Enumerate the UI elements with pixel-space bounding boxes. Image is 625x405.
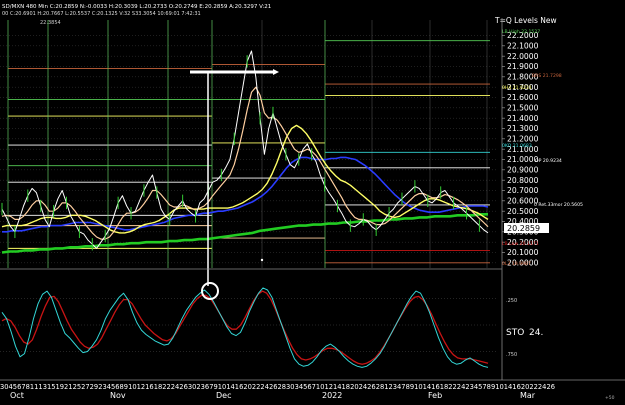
date-axis-corner-label: +50: [605, 395, 615, 401]
stoch-tick-750: .750: [506, 352, 517, 358]
month-label: 2022: [322, 391, 342, 400]
level-label: 0L3 19.9987: [502, 261, 531, 267]
level-label: LB Low 20.1171: [502, 241, 539, 247]
price-tick-label: 20.8000: [507, 176, 539, 185]
price-tick-label: 21.3000: [507, 124, 539, 133]
price-tick-label: 20.1000: [507, 248, 539, 257]
stoch-tick-250: .250: [506, 298, 517, 304]
price-tick-label: 20.5000: [507, 207, 539, 216]
price-tick-label: 21.4000: [507, 114, 539, 123]
header-indicator-line: 00 C:20.6901 H:20.7667 L:20.5537 C:20.13…: [2, 11, 201, 17]
header-quote-line: SD/MXN 480 Min C:20.2859 N:-0.0033 H:20.…: [2, 4, 271, 10]
month-label: Dec: [216, 391, 231, 400]
month-label: Nov: [110, 391, 126, 400]
price-tick-label: 20.7000: [507, 186, 539, 195]
level-label: OP 20.9234: [535, 158, 562, 164]
price-tick-label: 21.5000: [507, 103, 539, 112]
annotation-dot: [260, 258, 264, 262]
level-label: LB High 22.1527: [502, 29, 540, 35]
chart-svg: SD/MXN 480 Min C:20.2859 N:-0.0033 H:20.…: [0, 0, 625, 401]
price-tick-label: 20.9000: [507, 165, 539, 174]
stoch-value: 24.: [529, 328, 543, 338]
level-label: BRS 21.7298: [532, 73, 562, 79]
price-tick-label: 21.2000: [507, 134, 539, 143]
level-label: 0H4 21.6231: [502, 85, 532, 91]
price-tick-label: 21.9000: [507, 62, 539, 71]
price-tick-label: 22.1000: [507, 41, 539, 50]
level-label: 0KO 21.0683: [502, 143, 532, 149]
price-tick-label: 21.0000: [507, 155, 539, 164]
panel-title: T=Q Levels New: [494, 16, 557, 25]
price-tick-label: 22.0000: [507, 52, 539, 61]
chart-root: SD/MXN 480 Min C:20.2859 N:-0.0033 H:20.…: [0, 0, 625, 401]
date-axis-day-labels: 3045678111315192125272923456891012161822…: [0, 383, 555, 391]
month-label: Mar: [520, 391, 536, 400]
top-value-label: 22.3854: [40, 20, 61, 26]
stoch-label: STO: [506, 328, 524, 338]
price-tick-label: 21.6000: [507, 93, 539, 102]
month-label: Feb: [428, 391, 442, 400]
month-label: Oct: [10, 391, 24, 400]
level-label: 0 Ret.33mor 20.5605: [534, 202, 583, 208]
current-price-label: 20.2859: [507, 224, 540, 233]
